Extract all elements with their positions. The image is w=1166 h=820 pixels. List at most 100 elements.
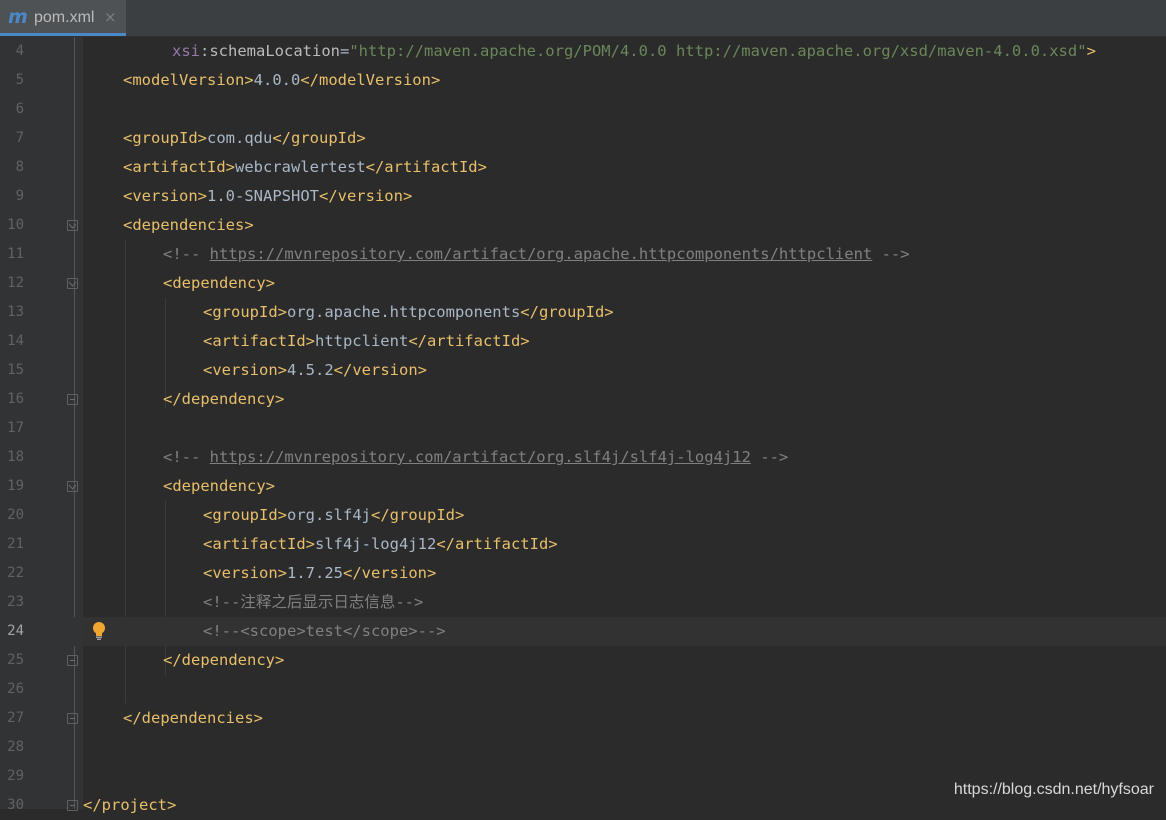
line-number: 15 [7,362,24,378]
xml-tag: <dependency> [163,274,275,292]
line-number: 30 [7,797,24,813]
code-line-19[interactable]: 19 <dependency> [0,472,1166,501]
editor-tab-bar: m pom.xml × [0,0,1166,37]
xml-tag: <groupId> [203,506,287,524]
code-line-23[interactable]: 23 <!--注释之后显示日志信息--> [0,588,1166,617]
fold-marker-icon[interactable] [67,655,78,666]
xml-tag: </groupId> [520,303,614,321]
line-number: 7 [15,130,24,146]
code-text: xsi:schemaLocation="http://maven.apache.… [172,41,1096,61]
line-number: 6 [15,101,24,117]
code-line-28[interactable]: 28 [0,733,1166,762]
xml-text: org.slf4j [287,506,371,524]
code-line-7[interactable]: 7 <groupId>com.qdu</groupId> [0,124,1166,153]
code-line-4[interactable]: 4 xsi:schemaLocation="http://maven.apach… [0,37,1166,66]
xml-tag: </artifactId> [365,158,487,176]
code-text: <artifactId>webcrawlertest</artifactId> [123,157,487,177]
line-number: 29 [7,768,24,784]
xml-tag: </dependency> [163,651,285,669]
fold-marker-icon[interactable] [67,278,78,289]
code-editor[interactable]: 4 xsi:schemaLocation="http://maven.apach… [0,37,1166,814]
code-line-11[interactable]: 11 <!-- https://mvnrepository.com/artifa… [0,240,1166,269]
code-text: <groupId>com.qdu</groupId> [123,128,366,148]
xml-tag: </artifactId> [436,535,558,553]
code-line-5[interactable]: 5 <modelVersion>4.0.0</modelVersion> [0,66,1166,95]
code-line-9[interactable]: 9 <version>1.0-SNAPSHOT</version> [0,182,1166,211]
code-text: </dependency> [163,650,284,670]
code-line-6[interactable]: 6 [0,95,1166,124]
line-number: 12 [7,275,24,291]
xml-tag: <groupId> [203,303,287,321]
fold-marker-icon[interactable] [67,713,78,724]
code-line-27[interactable]: 27 </dependencies> [0,704,1166,733]
fold-marker-icon[interactable] [67,220,78,231]
code-line-20[interactable]: 20 <groupId>org.slf4j</groupId> [0,501,1166,530]
xml-tag: <dependencies> [123,216,254,234]
xml-attribute-value: "http://maven.apache.org/POM/4.0.0 http:… [349,42,1087,60]
xml-text: 1.0-SNAPSHOT [207,187,319,205]
code-text: <!-- https://mvnrepository.com/artifact/… [163,447,788,467]
code-text: <version>1.7.25</version> [203,563,436,583]
code-line-25[interactable]: 25 </dependency> [0,646,1166,675]
line-number: 5 [15,72,24,88]
line-number: 27 [7,710,24,726]
xml-comment: --> [750,448,789,466]
code-line-8[interactable]: 8 <artifactId>webcrawlertest</artifactId… [0,153,1166,182]
code-line-17[interactable]: 17 [0,414,1166,443]
xml-tag: </version> [318,187,413,205]
code-line-26[interactable]: 26 [0,675,1166,704]
xml-text: 1.7.25 [287,564,343,582]
code-line-18[interactable]: 18 <!-- https://mvnrepository.com/artifa… [0,443,1166,472]
code-line-21[interactable]: 21 <artifactId>slf4j-log4j12</artifactId… [0,530,1166,559]
tab-pom-xml[interactable]: m pom.xml × [0,0,126,36]
xml-text: slf4j-log4j12 [314,535,437,553]
code-text: <modelVersion>4.0.0</modelVersion> [123,70,440,90]
xml-tag: </version> [333,361,427,379]
xml-tag: </version> [343,564,437,582]
xml-comment: <!--注释之后显示日志信息--> [203,593,424,611]
maven-m-icon: m [8,6,28,28]
lightbulb-icon[interactable] [91,621,107,645]
xml-tag: </artifactId> [408,332,530,350]
comment-link[interactable]: https://mvnrepository.com/artifact/org.a… [210,245,873,263]
line-number: 10 [7,217,24,233]
line-number: 13 [7,304,24,320]
xml-tag: <modelVersion> [123,71,254,89]
fold-marker-icon[interactable] [67,481,78,492]
code-line-24-current[interactable]: 24 <!--<scope>test</scope>--> [0,617,1166,646]
code-line-10[interactable]: 10 <dependencies> [0,211,1166,240]
xml-text: org.apache.httpcomponents [287,303,521,321]
xml-text: 4.5.2 [287,361,334,379]
fold-marker-icon[interactable] [67,800,78,811]
line-number: 23 [7,594,24,610]
close-icon[interactable]: × [104,8,117,26]
xml-text: 4.0.0 [253,71,301,89]
xml-tag: <artifactId> [123,158,235,176]
code-line-14[interactable]: 14 <artifactId>httpclient</artifactId> [0,327,1166,356]
xml-tag: <version> [123,187,207,205]
code-text: <groupId>org.slf4j</groupId> [203,505,464,525]
code-line-12[interactable]: 12 <dependency> [0,269,1166,298]
xml-tag: </modelVersion> [300,71,441,89]
code-line-16[interactable]: 16 </dependency> [0,385,1166,414]
code-line-13[interactable]: 13 <groupId>org.apache.httpcomponents</g… [0,298,1166,327]
code-text: <dependency> [163,273,275,293]
xml-tag: <groupId> [123,129,207,147]
line-number: 26 [7,681,24,697]
xml-comment: <!--<scope>test</scope>--> [203,622,446,640]
xml-tag: <dependency> [163,477,275,495]
xml-tag: </dependency> [163,390,285,408]
xml-namespace: xsi [172,42,200,60]
code-line-22[interactable]: 22 <version>1.7.25</version> [0,559,1166,588]
code-line-15[interactable]: 15 <version>4.5.2</version> [0,356,1166,385]
code-text: </project> [83,795,176,815]
fold-marker-icon[interactable] [67,394,78,405]
xml-text: com.qdu [207,129,273,147]
xml-tag: <version> [203,564,287,582]
line-number: 20 [7,507,24,523]
code-text: </dependencies> [123,708,263,728]
comment-link[interactable]: https://mvnrepository.com/artifact/org.s… [210,448,751,466]
xml-text: webcrawlertest [234,158,366,176]
xml-tag: </groupId> [272,129,366,147]
code-text: <artifactId>slf4j-log4j12</artifactId> [203,534,558,554]
